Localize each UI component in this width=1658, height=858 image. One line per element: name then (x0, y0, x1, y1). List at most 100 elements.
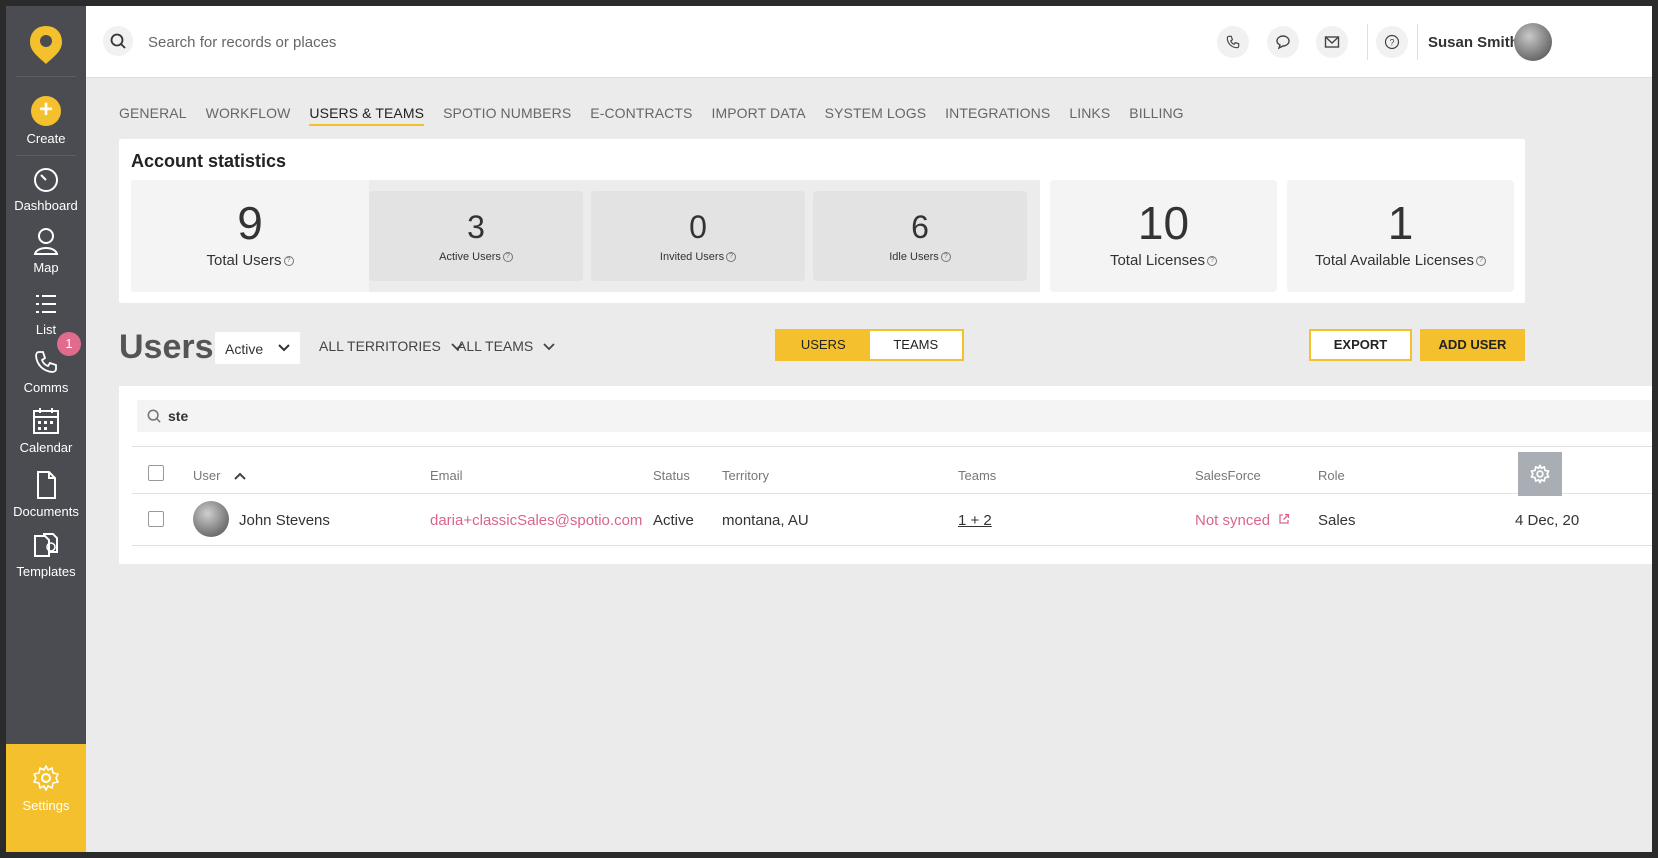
current-user-name[interactable]: Susan Smith (1428, 34, 1519, 51)
help-button[interactable]: ? (1376, 26, 1408, 58)
column-header-user[interactable]: User (193, 468, 246, 483)
top-bar: Search for records or places ? Susan Smi… (86, 6, 1652, 78)
stat-available-licenses: 1 Total Available Licenses? (1287, 180, 1514, 292)
stat-value: 9 (237, 197, 263, 249)
gear-icon (1530, 464, 1550, 484)
sidebar-item-label: Comms (23, 380, 69, 395)
sidebar-item-label: List (35, 322, 57, 337)
sidebar-item-templates[interactable]: Templates (6, 530, 86, 579)
mail-button[interactable] (1316, 26, 1348, 58)
tab-spotio-numbers[interactable]: SPOTIO NUMBERS (443, 105, 571, 126)
info-icon[interactable]: ? (283, 256, 294, 267)
user-avatar[interactable] (1514, 23, 1552, 61)
user-teams-link[interactable]: 1 + 2 (958, 512, 992, 529)
user-status: Active (653, 512, 694, 529)
sidebar-item-label: Map (33, 260, 59, 275)
plus-icon: + (31, 96, 61, 126)
spotio-logo-icon[interactable] (28, 24, 64, 66)
search-icon (110, 33, 126, 49)
users-table-card: User Email Status Territory Teams SalesF… (119, 386, 1652, 564)
settings-tabs: GENERAL WORKFLOW USERS & TEAMS SPOTIO NU… (119, 105, 1184, 126)
column-header-status[interactable]: Status (653, 468, 690, 483)
tab-e-contracts[interactable]: E-CONTRACTS (590, 105, 692, 126)
stat-label: Total Available Licenses (1315, 252, 1474, 269)
phone-button[interactable] (1217, 26, 1249, 58)
territories-filter-dropdown[interactable]: ALL TERRITORIES (319, 338, 463, 354)
global-search-button[interactable] (103, 26, 133, 56)
topbar-divider (1417, 24, 1418, 60)
list-icon (36, 295, 56, 313)
info-icon[interactable]: ? (726, 252, 737, 263)
sidebar-divider (16, 155, 76, 156)
sidebar-item-documents[interactable]: Documents (6, 470, 86, 519)
teams-filter-dropdown[interactable]: ALL TEAMS (457, 338, 555, 354)
info-icon[interactable]: ? (1207, 256, 1218, 267)
user-territory: montana, AU (722, 512, 809, 529)
global-search-input[interactable]: Search for records or places (148, 34, 336, 51)
stat-label-wrap: Total Users? (131, 252, 369, 269)
user-email-link[interactable]: daria+classicSales@spotio.com (430, 512, 642, 529)
column-header-territory[interactable]: Territory (722, 468, 769, 483)
stat-label: Idle Users (889, 251, 939, 263)
stats-title: Account statistics (131, 151, 287, 171)
chat-button[interactable] (1267, 26, 1299, 58)
users-teams-toggle: USERS TEAMS (775, 329, 964, 361)
status-filter-select[interactable]: Active (215, 332, 300, 364)
user-role: Sales (1318, 512, 1356, 529)
mail-icon (1324, 36, 1340, 48)
user-name[interactable]: John Stevens (239, 512, 330, 529)
sidebar-item-create[interactable]: + Create (6, 96, 86, 146)
table-search-input[interactable] (168, 400, 768, 432)
account-statistics-card: Account statistics 9 Total Users? 3 Acti… (119, 139, 1525, 303)
stat-label: Active Users (439, 251, 501, 263)
row-checkbox[interactable] (148, 511, 164, 527)
info-icon[interactable]: ? (502, 252, 513, 263)
users-section-title: Users (119, 328, 214, 366)
table-settings-button[interactable] (1518, 452, 1562, 496)
tab-workflow[interactable]: WORKFLOW (206, 105, 291, 126)
tab-billing[interactable]: BILLING (1129, 105, 1183, 126)
add-user-button[interactable]: ADD USER (1420, 329, 1525, 361)
status-filter-value: Active (225, 341, 264, 357)
tab-system-logs[interactable]: SYSTEM LOGS (825, 105, 926, 126)
sidebar-item-map[interactable]: Map (6, 226, 86, 275)
table-row[interactable]: John Stevens daria+classicSales@spotio.c… (132, 494, 1652, 546)
toggle-users[interactable]: USERS (777, 331, 870, 359)
phone-icon (35, 351, 57, 373)
select-all-checkbox[interactable] (148, 465, 164, 481)
stat-label-wrap: Idle Users? (813, 251, 1027, 263)
column-header-teams[interactable]: Teams (958, 468, 996, 483)
chat-icon (1276, 35, 1290, 50)
stat-value: 1 (1387, 197, 1414, 249)
stat-value: 6 (911, 209, 929, 245)
column-header-salesforce[interactable]: SalesForce (1195, 468, 1261, 483)
sidebar-item-dashboard[interactable]: Dashboard (6, 166, 86, 213)
user-avatar (193, 501, 229, 537)
stat-label-wrap: Active Users? (369, 251, 583, 263)
sidebar-item-label: Settings (22, 798, 70, 813)
salesforce-sync-label: Not synced (1195, 512, 1271, 529)
calendar-icon (33, 408, 59, 434)
sidebar-item-settings[interactable]: Settings (6, 744, 86, 852)
column-header-email[interactable]: Email (430, 468, 463, 483)
tab-import-data[interactable]: IMPORT DATA (711, 105, 805, 126)
info-icon[interactable]: ? (940, 252, 951, 263)
info-icon[interactable]: ? (1476, 256, 1486, 267)
salesforce-sync-link[interactable]: Not synced (1195, 512, 1290, 529)
sidebar-item-calendar[interactable]: Calendar (6, 406, 86, 455)
teams-filter-label: ALL TEAMS (457, 338, 534, 354)
toggle-teams[interactable]: TEAMS (869, 331, 962, 359)
sidebar-divider (16, 76, 76, 77)
tab-users-teams[interactable]: USERS & TEAMS (309, 105, 425, 126)
tab-links[interactable]: LINKS (1069, 105, 1110, 126)
sidebar-item-label: Templates (16, 564, 76, 579)
stat-total-users: 9 Total Users? (131, 180, 369, 292)
column-header-role[interactable]: Role (1318, 468, 1345, 483)
sidebar-item-list[interactable]: List (6, 290, 86, 337)
sidebar-item-comms[interactable]: Comms 1 (6, 332, 86, 395)
document-icon (37, 471, 56, 499)
tab-general[interactable]: GENERAL (119, 105, 187, 126)
export-button[interactable]: EXPORT (1309, 329, 1412, 361)
sort-ascending-icon (234, 472, 246, 480)
tab-integrations[interactable]: INTEGRATIONS (945, 105, 1050, 126)
